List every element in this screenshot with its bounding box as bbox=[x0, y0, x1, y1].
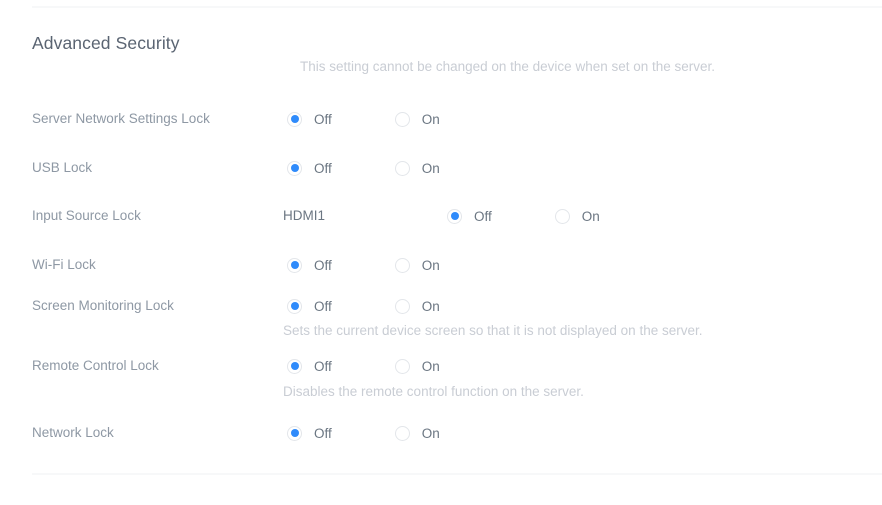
radio-label-on: On bbox=[421, 111, 440, 127]
row-description-screen-monitoring-lock: Sets the current device screen so that i… bbox=[283, 323, 703, 338]
radio-label-on: On bbox=[421, 257, 440, 273]
radio-mark-on-icon bbox=[394, 298, 410, 314]
radio-label-off: Off bbox=[314, 257, 332, 273]
row-label: Remote Control Lock bbox=[32, 358, 159, 373]
radio-group-input-source-lock: Off On bbox=[447, 205, 600, 227]
setting-row-input-source-lock: Input Source Lock HDMI1 Off On bbox=[0, 205, 882, 227]
radio-label-off: Off bbox=[314, 111, 332, 127]
radio-mark-on-icon bbox=[394, 160, 410, 176]
radio-group-server-network-settings-lock: Off On bbox=[287, 108, 440, 130]
radio-option-on[interactable]: On bbox=[394, 254, 440, 276]
radio-group-remote-control-lock: Off On bbox=[287, 355, 440, 377]
row-description-remote-control-lock: Disables the remote control function on … bbox=[283, 384, 584, 399]
radio-label-on: On bbox=[421, 298, 440, 314]
radio-option-off[interactable]: Off bbox=[447, 205, 492, 227]
radio-mark-off-icon bbox=[287, 257, 302, 273]
page-title: Advanced Security bbox=[32, 33, 180, 53]
radio-mark-off-icon bbox=[447, 208, 462, 224]
radio-label-on: On bbox=[421, 358, 440, 374]
radio-mark-on-icon bbox=[394, 257, 410, 273]
setting-row-network-lock: Network Lock Off On bbox=[0, 422, 882, 444]
radio-label-off: Off bbox=[314, 358, 332, 374]
row-label: USB Lock bbox=[32, 160, 93, 175]
radio-mark-on-icon bbox=[394, 111, 410, 127]
top-divider bbox=[32, 6, 882, 8]
radio-label-off: Off bbox=[314, 425, 332, 441]
setting-row-screen-monitoring-lock: Screen Monitoring Lock Off On bbox=[0, 295, 882, 317]
radio-label-on: On bbox=[581, 208, 600, 224]
radio-option-off[interactable]: Off bbox=[287, 254, 332, 276]
radio-option-on[interactable]: On bbox=[394, 157, 440, 179]
radio-option-off[interactable]: Off bbox=[287, 157, 332, 179]
bottom-divider bbox=[32, 473, 882, 475]
radio-mark-off-icon bbox=[287, 358, 302, 374]
radio-option-on[interactable]: On bbox=[394, 355, 440, 377]
radio-group-network-lock: Off On bbox=[287, 422, 440, 444]
radio-label-on: On bbox=[421, 160, 440, 176]
input-source-value: HDMI1 bbox=[283, 208, 326, 223]
section-note: This setting cannot be changed on the de… bbox=[300, 59, 716, 74]
radio-option-off[interactable]: Off bbox=[287, 355, 332, 377]
radio-label-off: Off bbox=[474, 208, 492, 224]
radio-option-off[interactable]: Off bbox=[287, 108, 332, 130]
radio-mark-off-icon bbox=[287, 425, 302, 441]
radio-label-off: Off bbox=[314, 160, 332, 176]
row-label: Input Source Lock bbox=[32, 208, 141, 223]
setting-row-server-network-settings-lock: Server Network Settings Lock Off On bbox=[0, 108, 882, 130]
radio-label-on: On bbox=[421, 425, 440, 441]
radio-mark-off-icon bbox=[287, 298, 302, 314]
radio-mark-off-icon bbox=[287, 111, 302, 127]
row-label: Wi-Fi Lock bbox=[32, 257, 96, 272]
radio-option-on[interactable]: On bbox=[394, 422, 440, 444]
radio-group-usb-lock: Off On bbox=[287, 157, 440, 179]
radio-option-off[interactable]: Off bbox=[287, 295, 332, 317]
radio-option-on[interactable]: On bbox=[394, 295, 440, 317]
row-label: Screen Monitoring Lock bbox=[32, 298, 174, 313]
advanced-security-panel: Advanced Security This setting cannot be… bbox=[0, 0, 882, 505]
radio-option-on[interactable]: On bbox=[554, 205, 600, 227]
radio-mark-off-icon bbox=[287, 160, 302, 176]
setting-row-remote-control-lock: Remote Control Lock Off On bbox=[0, 355, 882, 377]
radio-option-off[interactable]: Off bbox=[287, 422, 332, 444]
radio-option-on[interactable]: On bbox=[394, 108, 440, 130]
radio-group-screen-monitoring-lock: Off On bbox=[287, 295, 440, 317]
row-label: Network Lock bbox=[32, 425, 114, 440]
radio-mark-on-icon bbox=[394, 358, 410, 374]
setting-row-usb-lock: USB Lock Off On bbox=[0, 157, 882, 179]
radio-mark-on-icon bbox=[554, 208, 570, 224]
radio-label-off: Off bbox=[314, 298, 332, 314]
radio-mark-on-icon bbox=[394, 425, 410, 441]
setting-row-wi-fi-lock: Wi-Fi Lock Off On bbox=[0, 254, 882, 276]
radio-group-wi-fi-lock: Off On bbox=[287, 254, 440, 276]
row-label: Server Network Settings Lock bbox=[32, 111, 210, 126]
